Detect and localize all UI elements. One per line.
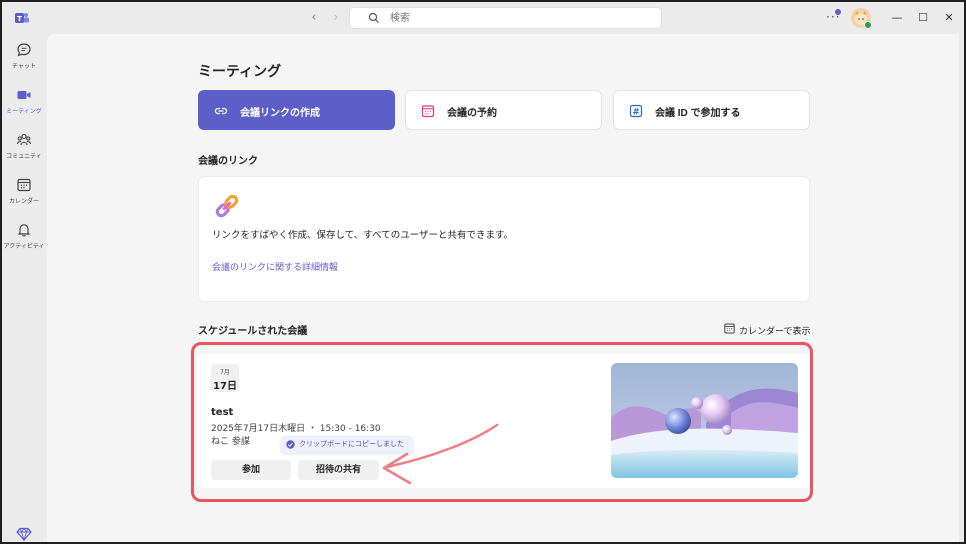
rail-label-chat: チャット: [12, 63, 36, 70]
create-meeting-link-label: 会議リンクの作成: [240, 108, 320, 119]
view-in-calendar-label: カレンダーで表示: [739, 327, 811, 337]
join-with-id-button[interactable]: # 会議 ID で参加する: [613, 90, 810, 130]
bell-icon: [17, 224, 31, 237]
rail-label-meetings: ミーティング: [6, 108, 42, 115]
search-box[interactable]: [349, 7, 662, 29]
chain-link-icon: [215, 194, 239, 218]
hash-icon: #: [629, 104, 643, 117]
video-camera-icon: [17, 91, 31, 99]
teams-window: T ‹ › ··· — ☐ ✕: [0, 0, 966, 544]
app-rail: チャット ミーティング コミュニティ カレンダー アクティビティ: [2, 34, 46, 542]
highlight-box: [191, 342, 813, 502]
meeting-links-description: リンクをすばやく作成、保存して、すべてのユーザーと共有できます。: [212, 230, 514, 241]
schedule-meeting-button[interactable]: 会議の予約: [405, 90, 602, 130]
svg-text:T: T: [17, 15, 22, 23]
search-icon: [368, 12, 379, 23]
premium-diamond-icon[interactable]: [16, 526, 32, 542]
chat-icon: [17, 43, 31, 57]
presence-available-icon: [864, 21, 872, 29]
calendar-icon: [17, 178, 31, 192]
meeting-links-heading: 会議のリンク: [198, 156, 258, 167]
rail-label-calendar: カレンダー: [8, 198, 39, 205]
community-icon: [16, 133, 32, 146]
meeting-links-card: リンクをすばやく作成、保存して、すべてのユーザーと共有できます。 会議のリンクに…: [198, 176, 810, 302]
page-title: ミーティング: [198, 64, 282, 80]
back-arrow-icon[interactable]: ‹: [305, 9, 323, 27]
search-input[interactable]: [390, 10, 650, 26]
rail-item-meetings[interactable]: ミーティング: [2, 87, 46, 127]
calendar-icon: [421, 105, 435, 118]
close-icon[interactable]: ✕: [941, 10, 957, 26]
title-bar: T ‹ › ··· — ☐ ✕: [2, 2, 964, 34]
schedule-meeting-label: 会議の予約: [447, 108, 497, 119]
join-with-id-label: 会議 ID で参加する: [655, 108, 741, 119]
rail-label-activity: アクティビティ: [3, 243, 45, 250]
link-icon: [214, 107, 228, 115]
meeting-links-learn-more-link[interactable]: 会議のリンクに関する詳細情報: [212, 260, 338, 273]
rail-label-community: コミュニティ: [6, 153, 42, 160]
maximize-icon[interactable]: ☐: [915, 10, 931, 26]
rail-item-community[interactable]: コミュニティ: [2, 132, 46, 172]
teams-logo-icon[interactable]: T: [14, 10, 30, 26]
rail-item-chat[interactable]: チャット: [2, 42, 46, 82]
create-meeting-link-button[interactable]: 会議リンクの作成: [198, 90, 395, 130]
notification-dot: [835, 9, 841, 15]
svg-text:#: #: [632, 107, 639, 117]
rail-item-activity[interactable]: アクティビティ: [2, 222, 46, 262]
minimize-icon[interactable]: —: [889, 10, 905, 26]
rail-item-calendar[interactable]: カレンダー: [2, 177, 46, 217]
scheduled-meetings-heading: スケジュールされた会議: [198, 326, 308, 337]
calendar-icon: [724, 323, 735, 334]
forward-arrow-icon[interactable]: ›: [327, 9, 345, 27]
